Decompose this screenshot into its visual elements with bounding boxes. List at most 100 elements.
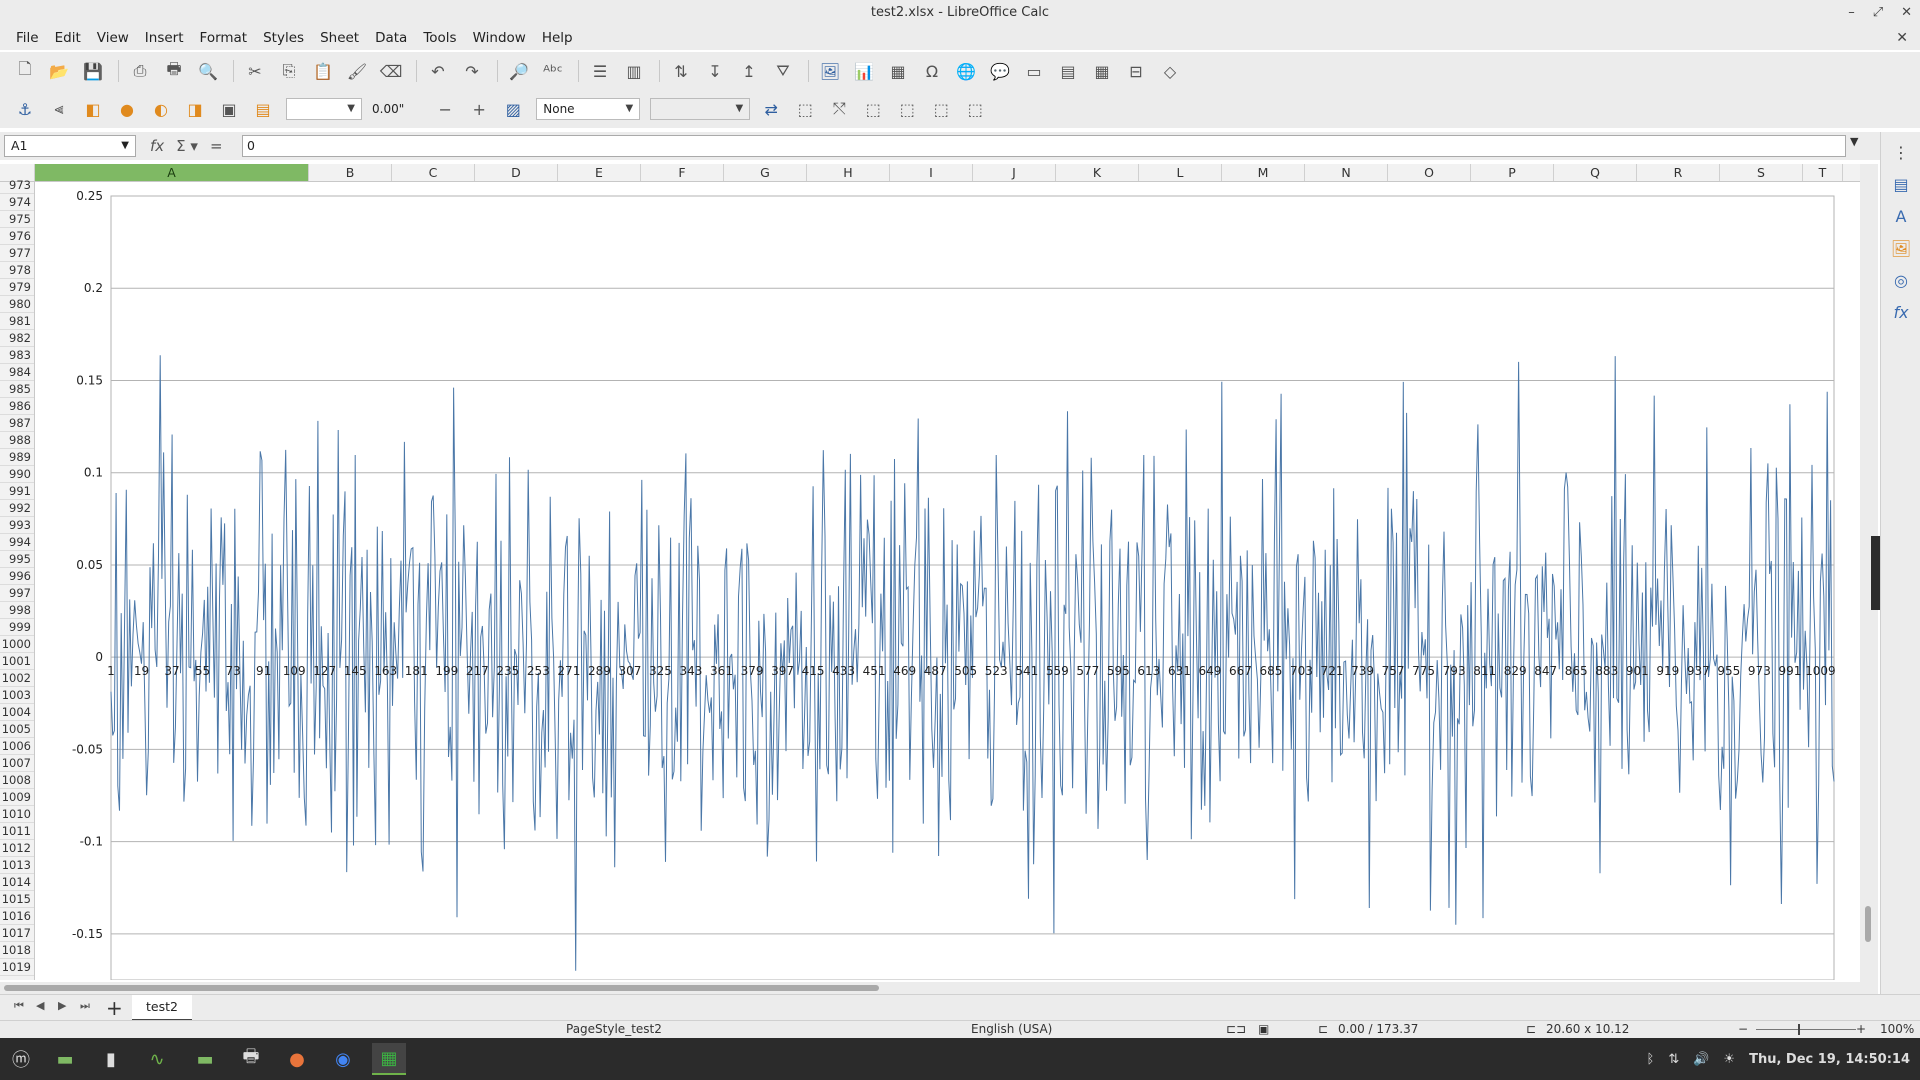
column-header-o[interactable]: O [1388, 164, 1471, 181]
folder-icon[interactable]: ▬ [188, 1043, 222, 1075]
navigator-icon[interactable]: ◎ [1889, 268, 1913, 292]
formula-input[interactable]: 0 [242, 135, 1846, 157]
row-header-974[interactable]: 974 [0, 194, 34, 211]
column-header-f[interactable]: F [641, 164, 724, 181]
minimize-icon[interactable]: – [1848, 0, 1855, 26]
files-app-icon[interactable]: ▬ [48, 1043, 82, 1075]
row-header-991[interactable]: 991 [0, 483, 34, 500]
new-document-icon[interactable]: 🗋 [14, 59, 36, 82]
row-header-973[interactable]: 973 [0, 177, 34, 194]
sort-descending-icon[interactable]: ↥ [738, 60, 760, 82]
insert-chart-icon[interactable]: 📊 [853, 60, 875, 82]
row-header-1017[interactable]: 1017 [0, 925, 34, 942]
name-box[interactable]: A1 ▼ [4, 135, 136, 157]
chrome-icon[interactable]: ◉ [326, 1043, 360, 1075]
sidebar-menu-icon[interactable]: ⋮ [1889, 140, 1913, 164]
equals-icon[interactable]: = [210, 137, 223, 155]
row-header-981[interactable]: 981 [0, 313, 34, 330]
group-icon[interactable]: ⬚ [896, 98, 918, 120]
column-header-g[interactable]: G [724, 164, 807, 181]
last-sheet-icon[interactable]: ⏭ [80, 999, 90, 1013]
column-header-t[interactable]: T [1803, 164, 1843, 181]
insert-image-icon[interactable]: 🖼 [819, 60, 841, 82]
clone-formatting-icon[interactable]: 🖌 [346, 60, 368, 82]
gallery-icon[interactable]: 🖼 [1889, 236, 1913, 260]
area-style-select[interactable]: None ▼ [536, 98, 641, 120]
row-header-1003[interactable]: 1003 [0, 687, 34, 704]
redo-icon[interactable]: ↷ [461, 60, 483, 82]
row-header-1014[interactable]: 1014 [0, 874, 34, 891]
backward-one-icon[interactable]: ◐ [150, 98, 172, 120]
open-icon[interactable]: 📂 [48, 60, 70, 82]
line-color-icon[interactable]: ▨ [502, 98, 524, 120]
row-header-978[interactable]: 978 [0, 262, 34, 279]
row-header-1007[interactable]: 1007 [0, 755, 34, 772]
restore-icon[interactable]: ⤢ [1873, 0, 1883, 26]
menu-window[interactable]: Window [465, 30, 534, 46]
clock[interactable]: Thu, Dec 19, 14:50:14 [1749, 1052, 1910, 1067]
menu-data[interactable]: Data [367, 30, 415, 46]
row-header-1015[interactable]: 1015 [0, 891, 34, 908]
column-header-i[interactable]: I [890, 164, 973, 181]
column-header-q[interactable]: Q [1554, 164, 1637, 181]
row-header-993[interactable]: 993 [0, 517, 34, 534]
language[interactable]: English (USA) [971, 1022, 1052, 1036]
column-header-a[interactable]: A [35, 164, 309, 181]
column-header-k[interactable]: K [1056, 164, 1139, 181]
system-monitor-icon[interactable]: ∿ [140, 1043, 174, 1075]
forward-one-icon[interactable]: ● [116, 98, 138, 120]
row-header-980[interactable]: 980 [0, 296, 34, 313]
volume-icon[interactable]: 🔊 [1693, 1052, 1709, 1067]
menu-edit[interactable]: Edit [47, 30, 89, 46]
column-header-e[interactable]: E [558, 164, 641, 181]
anchor-icon[interactable]: ⚓ [14, 98, 36, 120]
next-sheet-icon[interactable]: ▶ [58, 999, 66, 1012]
spelling-icon[interactable]: ᴬᵇᶜ [542, 60, 564, 82]
menu-styles[interactable]: Styles [255, 30, 312, 46]
row-header-988[interactable]: 988 [0, 432, 34, 449]
row-header-1011[interactable]: 1011 [0, 823, 34, 840]
column-header-m[interactable]: M [1222, 164, 1305, 181]
functions-icon[interactable]: fx [1889, 300, 1913, 324]
column-header-h[interactable]: H [807, 164, 890, 181]
libreoffice-calc-icon[interactable]: ▦ [372, 1043, 406, 1075]
find-replace-icon[interactable]: 🔎 [508, 60, 530, 82]
first-sheet-icon[interactable]: ⏮ [14, 999, 24, 1013]
sidebar-collapse-handle[interactable] [1871, 536, 1880, 610]
points-icon[interactable]: ⬚ [862, 98, 884, 120]
vertical-scroll-thumb[interactable] [1865, 906, 1871, 942]
menu-sheet[interactable]: Sheet [312, 30, 367, 46]
row-header-1016[interactable]: 1016 [0, 908, 34, 925]
row-header-992[interactable]: 992 [0, 500, 34, 517]
row-icon[interactable]: ☰ [589, 60, 611, 82]
row-header-1002[interactable]: 1002 [0, 670, 34, 687]
special-character-icon[interactable]: Ω [921, 60, 943, 82]
row-header-1004[interactable]: 1004 [0, 704, 34, 721]
bring-to-front-icon[interactable]: ◧ [82, 98, 104, 120]
row-header-997[interactable]: 997 [0, 585, 34, 602]
menu-help[interactable]: Help [534, 30, 581, 46]
area-fill-select[interactable]: ▼ [650, 98, 751, 120]
row-header-1005[interactable]: 1005 [0, 721, 34, 738]
brightness-icon[interactable]: ☀ [1723, 1052, 1735, 1067]
sum-icon[interactable]: Σ ▾ [176, 137, 198, 155]
row-header-989[interactable]: 989 [0, 449, 34, 466]
row-header-1019[interactable]: 1019 [0, 959, 34, 976]
close-window-icon[interactable]: ✕ [1901, 0, 1912, 26]
page-style[interactable]: PageStyle_test2 [566, 1022, 662, 1036]
zoom-in-icon[interactable]: + [1856, 1022, 1866, 1036]
print-icon[interactable]: 🖶 [163, 59, 185, 82]
row-header-1018[interactable]: 1018 [0, 942, 34, 959]
cut-icon[interactable]: ✂ [244, 60, 266, 82]
freeze-rows-columns-icon[interactable]: ▦ [1091, 60, 1113, 82]
clear-formatting-icon[interactable]: ⌫ [380, 60, 403, 82]
zoom-slider-thumb[interactable] [1798, 1024, 1800, 1035]
spreadsheet-grid[interactable]: 0.25 0.2 0.15 0.1 0.05 0 -0.05 -0.1 -0.15 1 19 37 55… [35, 182, 1880, 980]
row-header-1012[interactable]: 1012 [0, 840, 34, 857]
zoom-level[interactable]: 100% [1880, 1022, 1914, 1036]
row-header-1008[interactable]: 1008 [0, 772, 34, 789]
column-header-r[interactable]: R [1637, 164, 1720, 181]
row-header-1000[interactable]: 1000 [0, 636, 34, 653]
column-header-s[interactable]: S [1720, 164, 1803, 181]
column-header-b[interactable]: B [309, 164, 392, 181]
